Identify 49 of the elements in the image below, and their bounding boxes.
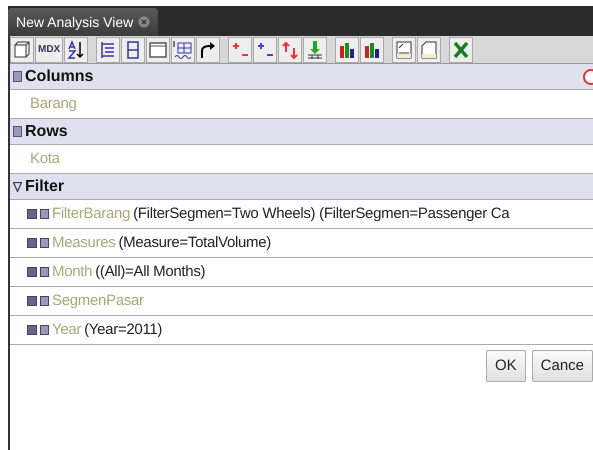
field-filter: (Measure=TotalVolume)	[118, 232, 271, 253]
bars-icon	[13, 71, 22, 82]
bars-icon[interactable]	[40, 209, 49, 219]
toolbar-button[interactable]	[146, 36, 170, 62]
section-title: Filter	[25, 176, 64, 196]
dialog-button[interactable]: OK	[486, 350, 526, 382]
panel-icon	[148, 40, 168, 60]
mdx-button[interactable]: MDX	[35, 36, 64, 62]
toolbar-button[interactable]	[417, 36, 442, 62]
field-name[interactable]: Year	[52, 318, 82, 342]
toolbar-button[interactable]	[171, 36, 196, 62]
cube-icon	[12, 40, 32, 60]
field-name[interactable]: Month	[52, 260, 92, 284]
toolbar-button[interactable]	[253, 36, 278, 62]
toolbar-button[interactable]	[392, 36, 416, 62]
field-name[interactable]: Measures	[52, 232, 116, 254]
field-name[interactable]: Kota	[30, 148, 60, 170]
dialog-button[interactable]: Cance	[532, 350, 593, 382]
field-filter: (Year=2011)	[84, 320, 162, 340]
toolbar-button[interactable]	[121, 36, 146, 62]
funnel-icon	[13, 182, 22, 192]
field-filter: (FilterSegmen=Two Wheels) (FilterSegmen=Passenger Ca	[133, 204, 510, 224]
bars-icon	[13, 126, 22, 137]
bars-icon[interactable]	[40, 238, 49, 248]
grid-icon	[173, 40, 194, 60]
toolbar-button[interactable]	[335, 36, 360, 62]
toolbar-button[interactable]	[64, 36, 88, 62]
field-filter: ((All)=All Months)	[95, 262, 206, 282]
toolbar-button[interactable]	[10, 36, 34, 62]
section-title: Rows	[25, 122, 68, 142]
bars-icon[interactable]	[40, 296, 49, 306]
toolbar-button[interactable]	[303, 36, 328, 62]
excel-icon	[451, 40, 472, 60]
sort-icon	[66, 40, 86, 60]
toolbar-button[interactable]	[360, 36, 384, 62]
document-icon	[419, 40, 440, 60]
tab-title: New Analysis View	[16, 12, 134, 32]
arrows-icon	[280, 40, 300, 60]
field-name[interactable]: SegmenPasar	[52, 290, 144, 312]
bars-icon[interactable]	[40, 325, 49, 335]
tab[interactable]: New Analysis View	[8, 8, 158, 36]
field-name[interactable]: Barang	[30, 92, 77, 116]
document-icon	[394, 40, 414, 60]
bars-icon[interactable]	[40, 267, 49, 277]
toolbar-button[interactable]	[96, 36, 120, 62]
section-title: Columns	[25, 66, 94, 86]
close-icon[interactable]	[138, 16, 150, 28]
toolbar-button[interactable]	[196, 36, 220, 62]
field-name[interactable]: FilterBarang	[52, 202, 130, 226]
